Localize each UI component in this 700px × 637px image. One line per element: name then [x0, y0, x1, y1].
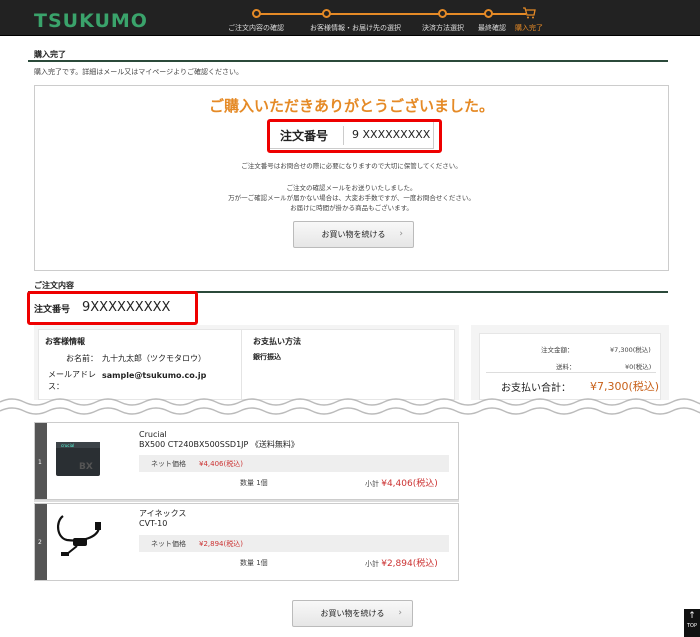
subtotal-value: ¥4,406(税込) — [381, 479, 438, 489]
price-bar: ネット価格 ¥2,894(税込) — [139, 535, 449, 552]
thanks-heading: ご購入いただきありがとうございました。 — [208, 97, 494, 115]
subtotal-key: 小計 — [365, 560, 379, 568]
chevron-right-icon: › — [398, 608, 402, 618]
step-dot-4 — [484, 9, 493, 18]
amount-value: ¥7,300(税込) — [610, 346, 651, 354]
back-to-top-button[interactable]: ↑ TOP — [684, 609, 700, 637]
cart-icon — [523, 7, 536, 19]
order-complete-page: TSUKUMO ご注文内容の確認 お客様情報・お届け先の選択 決済方法選択 最終… — [0, 0, 700, 637]
section-title-complete: 購入完了 — [34, 50, 66, 59]
price-bar: ネット価格 ¥4,406(税込) — [139, 455, 449, 472]
shipping-key: 送料： — [556, 363, 576, 371]
customer-info-title: お客様情報 — [45, 337, 85, 346]
item-shadow — [34, 500, 459, 502]
step-label-4: 最終確認 — [478, 24, 506, 32]
subtotal-key: 小計 — [365, 480, 379, 488]
step-dot-3 — [438, 9, 447, 18]
mail-value: sample@tsukumo.co.jp — [102, 371, 207, 380]
shipping-value: ¥0(税込) — [625, 363, 652, 371]
back-to-top-label: TOP — [686, 623, 697, 629]
step-label-1: ご注文内容の確認 — [228, 24, 284, 32]
item-subtotal: 小計 ¥4,406(税込) — [365, 476, 438, 489]
item-quantity: 数量 1個 — [240, 559, 268, 567]
price-value: ¥2,894(税込) — [199, 540, 243, 548]
item-name[interactable]: BX500 CT240BX500SSD1JP 《送料無料》 — [139, 440, 299, 450]
ssd-product-image[interactable]: crucial BX — [53, 435, 103, 485]
thanks-box: ご購入いただきありがとうございました。 注文番号 9 XXXXXXXXX ご注文… — [34, 85, 669, 271]
complete-note: 購入完了です。詳細はメール又はマイページよりご確認ください。 — [34, 68, 244, 76]
subtotal-value: ¥2,894(税込) — [381, 559, 438, 569]
continue-shopping-label: お買い物を続ける — [321, 230, 386, 239]
name-value: 九十九太郎（ツクモタロウ） — [102, 354, 206, 363]
site-logo[interactable]: TSUKUMO — [34, 10, 148, 32]
step-dot-1 — [252, 9, 261, 18]
name-key: お名前： — [66, 354, 98, 363]
info-line-1: ご注文番号はお問合せの際に必要になりますので大切に保管してください。 — [241, 162, 462, 170]
continue-shopping-button[interactable]: お買い物を続ける › — [293, 221, 414, 248]
info-line-3: 万が一ご確認メールが届かない場合は、大変お手数ですが、一度お問合せください。 — [228, 194, 475, 202]
section-title-contents: ご注文内容 — [34, 281, 74, 290]
arrow-up-icon: ↑ — [688, 611, 696, 621]
continue-shopping-button-bottom[interactable]: お買い物を続ける › — [292, 600, 413, 627]
payment-value: 銀行振込 — [253, 353, 281, 361]
info-line-4: お届けに時間が掛かる商品もございます。 — [290, 204, 413, 212]
item-number-bar: 2 — [35, 504, 47, 580]
step-label-5: 購入完了 — [515, 24, 543, 32]
item-maker: アイネックス — [139, 509, 187, 518]
highlight-frame-order-number-2 — [27, 291, 198, 325]
item-number: 2 — [38, 539, 42, 546]
site-header: TSUKUMO ご注文内容の確認 お客様情報・お届け先の選択 決済方法選択 最終… — [0, 0, 700, 36]
highlight-frame-order-number — [267, 119, 442, 153]
price-key: ネット価格 — [151, 540, 186, 548]
item-name[interactable]: CVT-10 — [139, 519, 167, 529]
step-label-2: お客様情報・お届け先の選択 — [310, 24, 401, 32]
mail-key: メールアドレス： — [48, 370, 96, 391]
section-rule — [28, 60, 668, 62]
page-break-wave — [0, 398, 700, 415]
customer-panel-inner — [38, 329, 455, 400]
amount-key: 注文金額： — [541, 346, 574, 354]
price-key: ネット価格 — [151, 460, 186, 468]
chevron-right-icon: › — [399, 229, 403, 239]
payment-title: お支払い方法 — [253, 337, 301, 346]
list-item: 1 crucial BX Crucial BX500 CT240BX500SSD… — [34, 422, 459, 500]
svg-text:crucial: crucial — [61, 443, 74, 448]
item-number: 1 — [38, 459, 42, 466]
item-subtotal: 小計 ¥2,894(税込) — [365, 556, 438, 569]
item-maker: Crucial — [139, 430, 167, 439]
step-dot-2 — [322, 9, 331, 18]
summary-divider — [486, 372, 656, 373]
svg-text:BX: BX — [79, 462, 93, 472]
item-quantity: 数量 1個 — [240, 479, 268, 487]
price-value: ¥4,406(税込) — [199, 460, 243, 468]
cable-product-image[interactable] — [53, 508, 103, 558]
continue-shopping-label: お買い物を続ける — [320, 609, 385, 618]
customer-divider — [241, 330, 242, 400]
list-item: 2 アイネックス CVT-10 ネット価格 ¥2,894(税込) 数量 1個 小… — [34, 503, 459, 581]
info-line-2: ご注文の確認メールをお送りいたしました。 — [286, 184, 417, 192]
step-label-3: 決済方法選択 — [422, 24, 464, 32]
item-number-bar: 1 — [35, 423, 47, 499]
